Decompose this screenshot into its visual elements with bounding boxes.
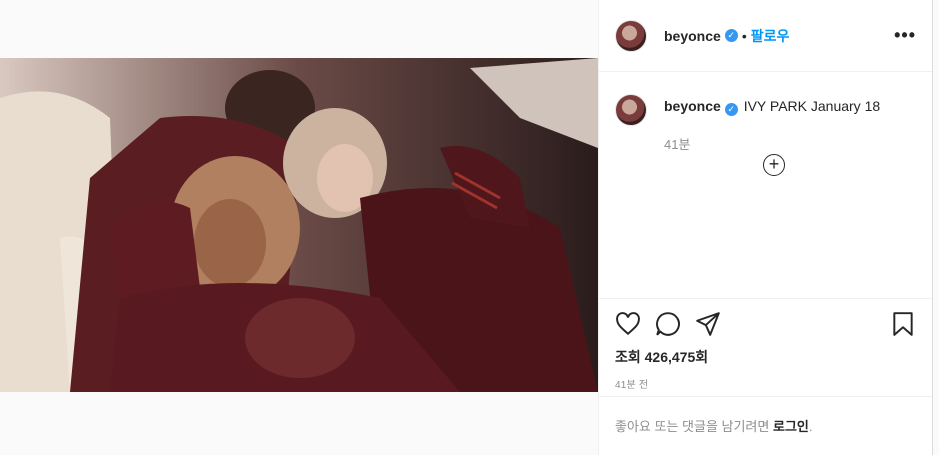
share-icon[interactable]: [695, 311, 721, 337]
caption-verified-badge-icon: ✓: [724, 103, 738, 116]
bookmark-icon[interactable]: [890, 311, 916, 337]
actions-section: 조회 426,475회 41분 전: [599, 298, 932, 391]
post-side-panel: beyonce ✓ • 팔로우 ••• beyonce ✓ IVY PARK Ja…: [598, 0, 933, 455]
follow-button[interactable]: 팔로우: [751, 26, 790, 46]
login-link[interactable]: 로그인: [773, 419, 809, 434]
caption-body: beyonce ✓ IVY PARK January 18: [664, 94, 880, 116]
post-media-area: [0, 0, 598, 455]
caption-avatar[interactable]: [615, 94, 647, 126]
separator-dot: •: [741, 27, 747, 44]
login-prompt-row: 좋아요 또는 댓글을 남기려면 로그인.: [599, 396, 932, 455]
heart-icon[interactable]: [615, 311, 641, 337]
action-icons-row: [615, 311, 916, 337]
caption-section: beyonce ✓ IVY PARK January 18 41분 +: [599, 72, 932, 298]
post-video[interactable]: [0, 58, 598, 392]
caption-time: 41분: [664, 137, 691, 152]
username[interactable]: beyonce: [664, 28, 721, 44]
login-prompt-text: 좋아요 또는 댓글을 남기려면: [615, 419, 770, 434]
post-header: beyonce ✓ • 팔로우 •••: [599, 0, 932, 72]
view-count[interactable]: 조회 426,475회: [615, 347, 916, 367]
load-more-comments-icon[interactable]: +: [763, 154, 785, 176]
caption-text: IVY PARK January 18: [743, 98, 881, 114]
avatar[interactable]: [615, 19, 647, 52]
verified-badge-icon: ✓: [724, 29, 738, 42]
login-prompt-suffix: .: [808, 419, 813, 434]
video-frame-image: [0, 58, 598, 392]
comment-icon[interactable]: [655, 311, 681, 337]
caption-row: beyonce ✓ IVY PARK January 18: [615, 94, 916, 126]
post-timestamp[interactable]: 41분 전: [615, 376, 916, 391]
caption-username[interactable]: beyonce: [664, 98, 721, 114]
more-options-icon[interactable]: •••: [894, 25, 916, 46]
